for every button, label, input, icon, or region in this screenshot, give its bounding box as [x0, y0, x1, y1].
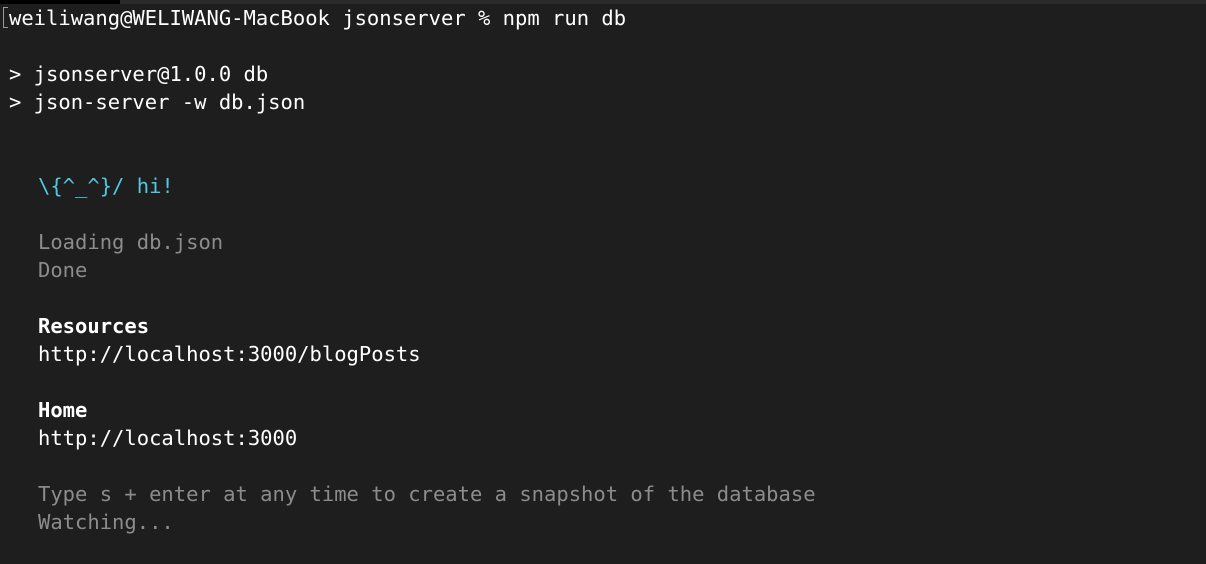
- top-strip-light-segment: [120, 0, 1206, 4]
- resources-heading: Resources: [38, 314, 150, 338]
- resources-url: http://localhost:3000/blogPosts: [38, 342, 421, 366]
- top-strip: [0, 0, 1206, 4]
- greeting-line: \{^_^}/ hi!: [38, 174, 174, 198]
- home-heading: Home: [38, 398, 88, 422]
- npm-command-line: > json-server -w db.json: [9, 90, 306, 114]
- top-strip-dark-segment: [0, 0, 120, 4]
- loading-line: Loading db.json: [38, 230, 224, 254]
- watching-line: Watching...: [38, 510, 174, 534]
- npm-script-line: > jsonserver@1.0.0 db: [9, 62, 269, 86]
- cursor-bracket-icon: [3, 7, 8, 28]
- terminal-window[interactable]: weiliwang@WELIWANG-MacBook jsonserver % …: [0, 0, 1206, 564]
- snapshot-hint-line: Type s + enter at any time to create a s…: [38, 482, 816, 506]
- done-line: Done: [38, 258, 88, 282]
- prompt-line: weiliwang@WELIWANG-MacBook jsonserver % …: [9, 6, 627, 30]
- home-url: http://localhost:3000: [38, 426, 298, 450]
